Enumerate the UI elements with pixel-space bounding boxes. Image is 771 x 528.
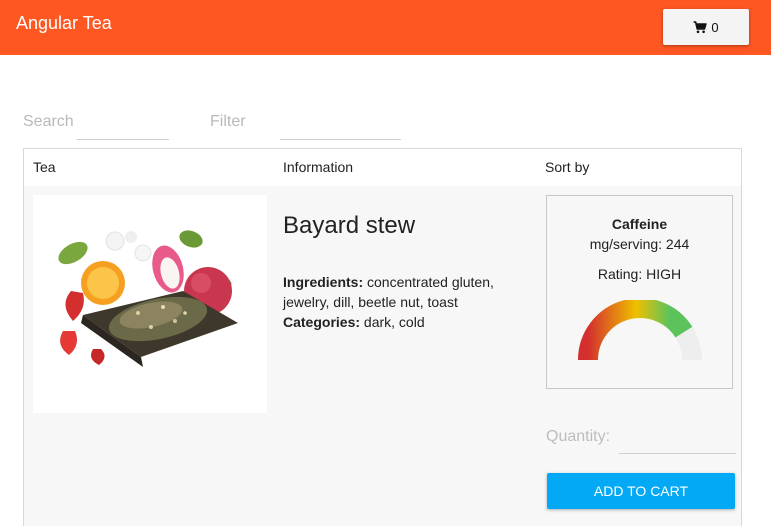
cart-button[interactable]: 0 [663,9,749,45]
search-label: Search [23,113,74,130]
shopping-cart-icon [693,20,708,34]
categories-label: Categories: [283,314,361,330]
ingredients-label: Ingredients: [283,274,364,290]
column-header-tea: Tea [33,159,56,175]
add-to-cart-button[interactable]: Add to cart [547,473,735,509]
categories-value: dark, cold [363,314,425,330]
tea-name: Bayard stew [283,212,416,239]
tea-table: Tea Information Sort by Bayard stew Ingr… [23,148,742,526]
cart-count: 0 [711,19,719,35]
gauge-fill [578,300,693,360]
filter-input[interactable] [280,112,401,140]
caffeine-card: Caffeine mg/serving: 244 Rating: HIGH [546,195,733,389]
tea-details: Ingredients: concentrated gluten, jewelr… [283,272,518,332]
app-title: Angular Tea [16,13,112,33]
quantity-label: Quantity: [546,428,611,445]
tea-product-image [33,195,267,413]
caffeine-title: Caffeine [611,216,668,232]
caffeine-mg-serving: mg/serving: 244 [589,236,690,252]
quantity-input[interactable] [619,426,736,454]
table-row: Bayard stew Ingredients: concentrated gl… [24,186,741,526]
caffeine-gauge [578,300,702,360]
top-app-bar: Angular Tea 0 [0,0,771,55]
caffeine-rating: Rating: HIGH [597,266,682,282]
column-header-sort-by[interactable]: Sort by [545,159,589,175]
search-input[interactable] [77,112,169,140]
table-header-row: Tea Information Sort by [24,149,741,187]
column-header-information: Information [283,159,354,175]
filter-label: Filter [210,113,246,130]
